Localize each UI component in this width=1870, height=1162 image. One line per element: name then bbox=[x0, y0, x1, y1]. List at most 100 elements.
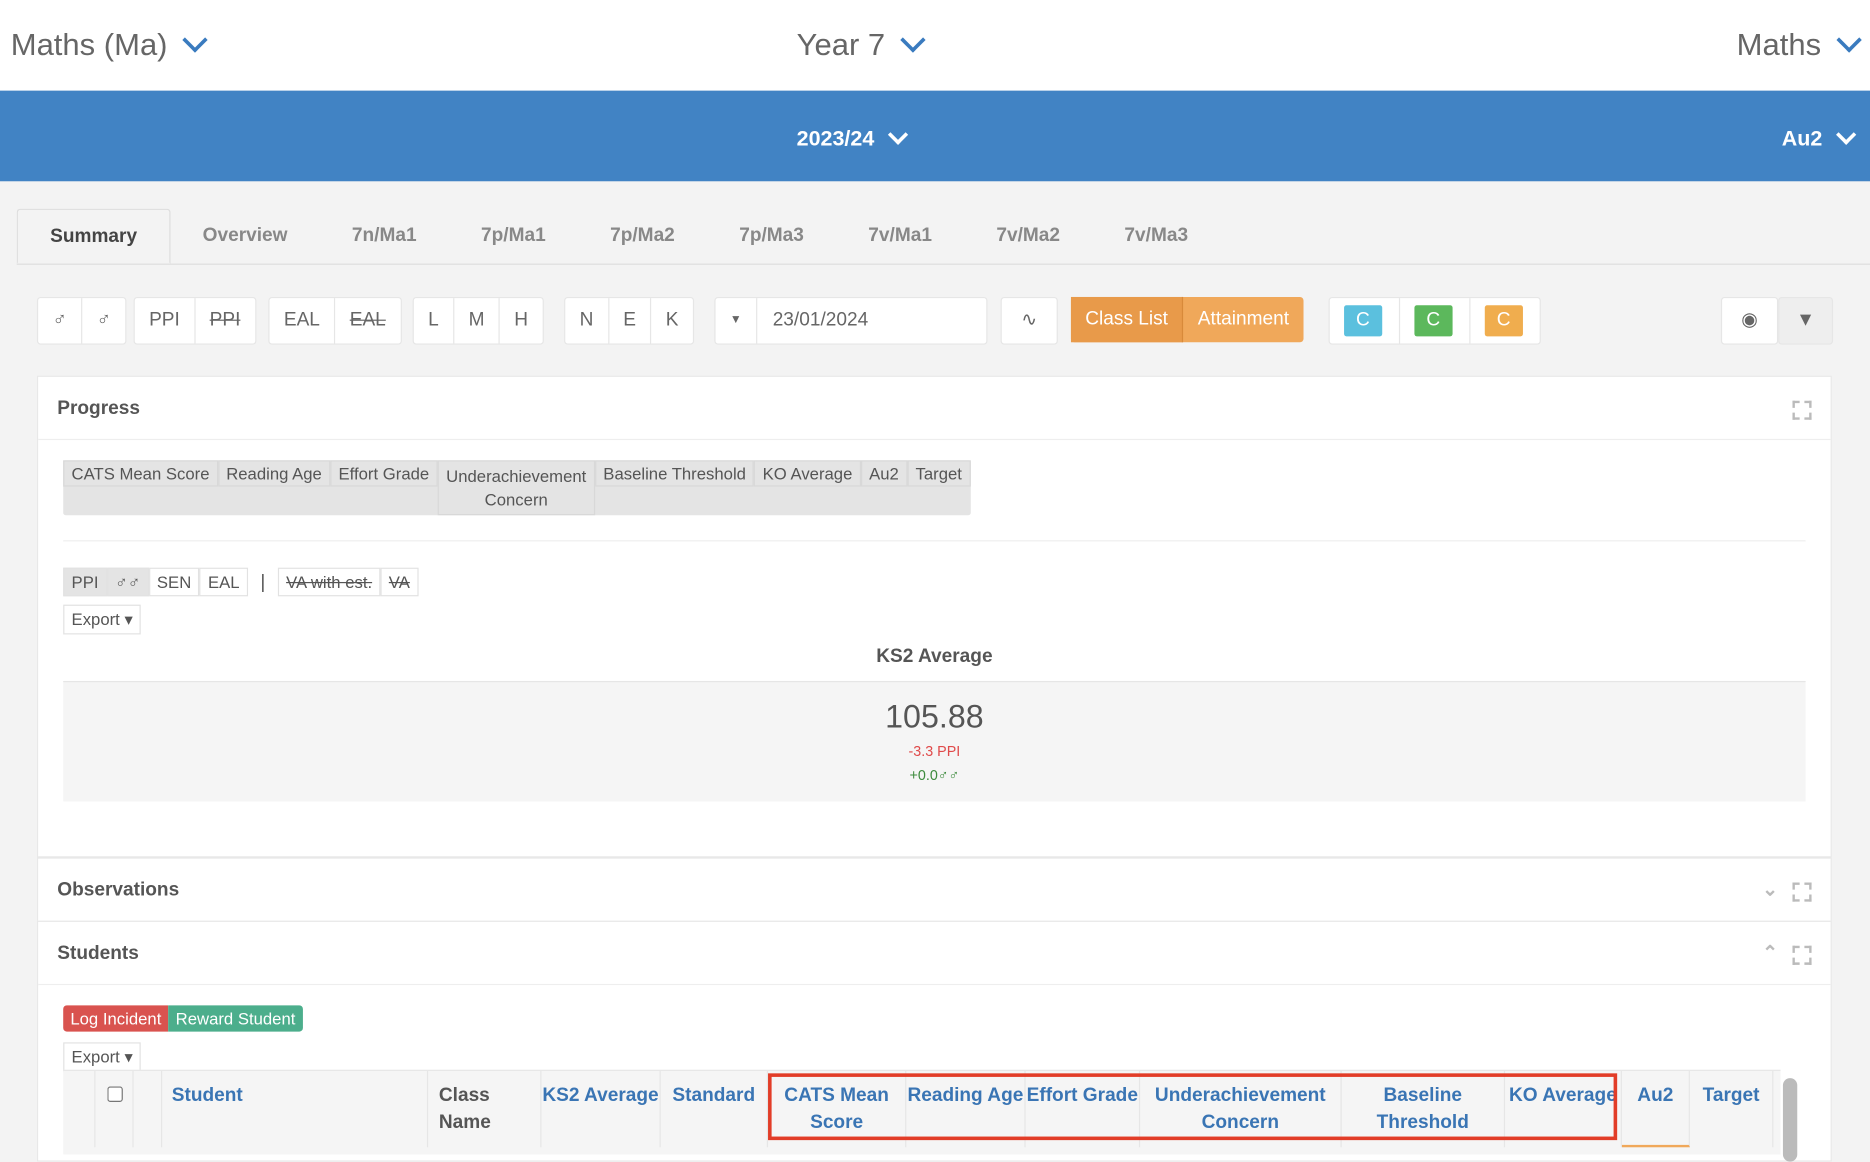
tab-class[interactable]: 7p/Ma2 bbox=[578, 209, 707, 264]
k-button[interactable]: K bbox=[651, 298, 692, 343]
female-icon[interactable]: ♂ bbox=[38, 298, 83, 344]
e-button[interactable]: E bbox=[609, 298, 652, 344]
tab-class[interactable]: 7p/Ma1 bbox=[449, 209, 578, 264]
tab-class[interactable]: 7v/Ma3 bbox=[1092, 209, 1220, 264]
eal-button[interactable]: EAL bbox=[270, 298, 336, 344]
date-input[interactable]: 23/01/2024 bbox=[757, 298, 882, 343]
header-spacer bbox=[63, 1070, 96, 1148]
year-select[interactable]: Year 7 bbox=[797, 26, 926, 63]
gender-icon: ♂♂ bbox=[937, 766, 960, 784]
high-button[interactable]: H bbox=[500, 298, 542, 343]
panel-title: Progress bbox=[57, 398, 140, 419]
observations-header[interactable]: Observations ⌄ bbox=[38, 859, 1830, 921]
gender-filter-group: ♂ ♂ bbox=[36, 296, 127, 345]
tab-overview[interactable]: Overview bbox=[170, 209, 319, 264]
chevron-down-icon bbox=[182, 27, 209, 53]
scrollbar[interactable] bbox=[1782, 1078, 1798, 1162]
va-toggle[interactable]: VA bbox=[380, 567, 419, 597]
trend-button[interactable]: ∿ bbox=[1000, 296, 1058, 345]
header-class-name[interactable]: Class Name bbox=[428, 1070, 542, 1148]
eal-filter[interactable]: EAL bbox=[199, 567, 248, 597]
date-picker: ▼ 23/01/2024 bbox=[714, 296, 988, 345]
chevron-down-icon bbox=[1836, 124, 1857, 145]
filter-toolbar: ♂ ♂ PPI PPI EAL EAL LMH NEK ▼ 23/01/2024 ∿ … bbox=[36, 296, 1834, 345]
column-pill[interactable]: Reading Age bbox=[217, 460, 331, 487]
column-pill[interactable]: KO Average bbox=[754, 460, 861, 487]
ppi-button[interactable]: PPI bbox=[135, 298, 196, 344]
tab-class[interactable]: 7p/Ma3 bbox=[707, 209, 836, 264]
group-filters: PPI ♂♂ SEN EAL | VA with est. VA bbox=[63, 567, 419, 597]
department-select[interactable]: Maths bbox=[1737, 26, 1862, 63]
header-student[interactable]: Student bbox=[162, 1070, 429, 1148]
va-with-est-toggle[interactable]: VA with est. bbox=[277, 567, 381, 597]
chevron-down-icon[interactable]: ⌄ bbox=[1762, 859, 1778, 923]
attainment-button[interactable]: Attainment bbox=[1183, 297, 1303, 342]
non-ppi-button[interactable]: PPI bbox=[195, 298, 254, 343]
select-all-checkbox[interactable] bbox=[106, 1086, 123, 1102]
visibility-button[interactable]: ◉ bbox=[1720, 296, 1779, 345]
n-button[interactable]: N bbox=[565, 298, 609, 344]
column-pill[interactable]: Baseline Threshold bbox=[594, 460, 755, 487]
male-icon[interactable]: ♂ bbox=[82, 298, 125, 343]
trend-icon: ∿ bbox=[1021, 310, 1038, 331]
eal-filter-group: EAL EAL bbox=[268, 296, 402, 345]
chevron-down-icon bbox=[1836, 27, 1862, 53]
teal-c-button[interactable]: C bbox=[1330, 298, 1401, 344]
ppi-filter-group: PPI PPI bbox=[133, 296, 256, 345]
students-panel: Students ⌃ Log Incident Reward Student Ex… bbox=[36, 920, 1832, 1162]
low-button[interactable]: L bbox=[414, 298, 455, 344]
header-target[interactable]: Target bbox=[1690, 1070, 1774, 1148]
metric-title: KS2 Average bbox=[876, 646, 993, 667]
action-buttons: Log Incident Reward Student bbox=[63, 1005, 303, 1032]
column-selector: CATS Mean Score Reading Age Effort Grade Un… bbox=[63, 460, 971, 516]
export-button[interactable]: Export ▾ bbox=[63, 604, 142, 635]
middle-button[interactable]: M bbox=[454, 298, 500, 344]
column-pill[interactable]: CATS Mean Score bbox=[63, 460, 218, 487]
nek-filter-group: NEK bbox=[564, 296, 694, 345]
tab-class[interactable]: 7n/Ma1 bbox=[320, 209, 449, 264]
non-eal-button[interactable]: EAL bbox=[335, 298, 400, 343]
expand-icon[interactable] bbox=[1792, 945, 1812, 965]
gender-icon[interactable]: ♂♂ bbox=[106, 567, 149, 597]
view-toggle: Class List Attainment bbox=[1070, 296, 1304, 343]
divider bbox=[63, 540, 1806, 542]
class-list-button[interactable]: Class List bbox=[1070, 296, 1184, 343]
expand-icon[interactable] bbox=[1792, 400, 1812, 420]
subject-select[interactable]: Maths (Ma) bbox=[11, 26, 209, 63]
highlight-box bbox=[768, 1073, 1618, 1141]
header-au2[interactable]: Au2 bbox=[1621, 1070, 1690, 1148]
orange-c-button[interactable]: C bbox=[1470, 298, 1539, 343]
header-standard[interactable]: Standard bbox=[661, 1070, 769, 1148]
export-button[interactable]: Export ▾ bbox=[63, 1042, 142, 1073]
term-label: Au2 bbox=[1781, 126, 1823, 151]
tab-summary[interactable]: Summary bbox=[16, 208, 171, 264]
tab-class[interactable]: 7v/Ma1 bbox=[836, 209, 964, 264]
expand-icon[interactable] bbox=[1792, 882, 1812, 902]
column-pill[interactable]: Effort Grade bbox=[330, 460, 438, 487]
tab-class[interactable]: 7v/Ma2 bbox=[964, 209, 1092, 264]
eye-icon: ◉ bbox=[1741, 310, 1758, 331]
c-label: C bbox=[1484, 305, 1523, 337]
caret-down-icon[interactable]: ▼ bbox=[716, 298, 758, 344]
log-incident-button[interactable]: Log Incident bbox=[63, 1005, 169, 1032]
period-bar: 2023/24 Au2 bbox=[0, 90, 1870, 182]
column-pill[interactable]: Target bbox=[907, 460, 971, 487]
sen-filter[interactable]: SEN bbox=[148, 567, 200, 597]
panel-title: Observations bbox=[57, 880, 180, 901]
ppi-filter[interactable]: PPI bbox=[63, 567, 107, 597]
tab-bar: Summary Overview 7n/Ma1 7p/Ma1 7p/Ma2 7p… bbox=[16, 208, 1870, 265]
term-select[interactable]: Au2 bbox=[1781, 124, 1857, 151]
academic-year-select[interactable]: 2023/24 bbox=[796, 124, 909, 151]
filter-button[interactable]: ▼ bbox=[1778, 296, 1834, 345]
progress-panel: Progress CATS Mean Score Reading Age Effor… bbox=[36, 375, 1832, 858]
green-c-button[interactable]: C bbox=[1400, 298, 1471, 344]
column-pill[interactable]: Au2 bbox=[860, 460, 908, 487]
header-ks2-average[interactable]: KS2 Average bbox=[541, 1070, 661, 1148]
panel-title: Students bbox=[57, 943, 139, 964]
lmh-filter-group: LMH bbox=[412, 296, 544, 345]
chevron-up-icon[interactable]: ⌃ bbox=[1762, 922, 1778, 986]
column-pill[interactable]: Underachievement Concern bbox=[437, 460, 595, 516]
c-label: C bbox=[1344, 305, 1382, 337]
reward-student-button[interactable]: Reward Student bbox=[168, 1005, 303, 1032]
academic-year-label: 2023/24 bbox=[796, 126, 875, 151]
